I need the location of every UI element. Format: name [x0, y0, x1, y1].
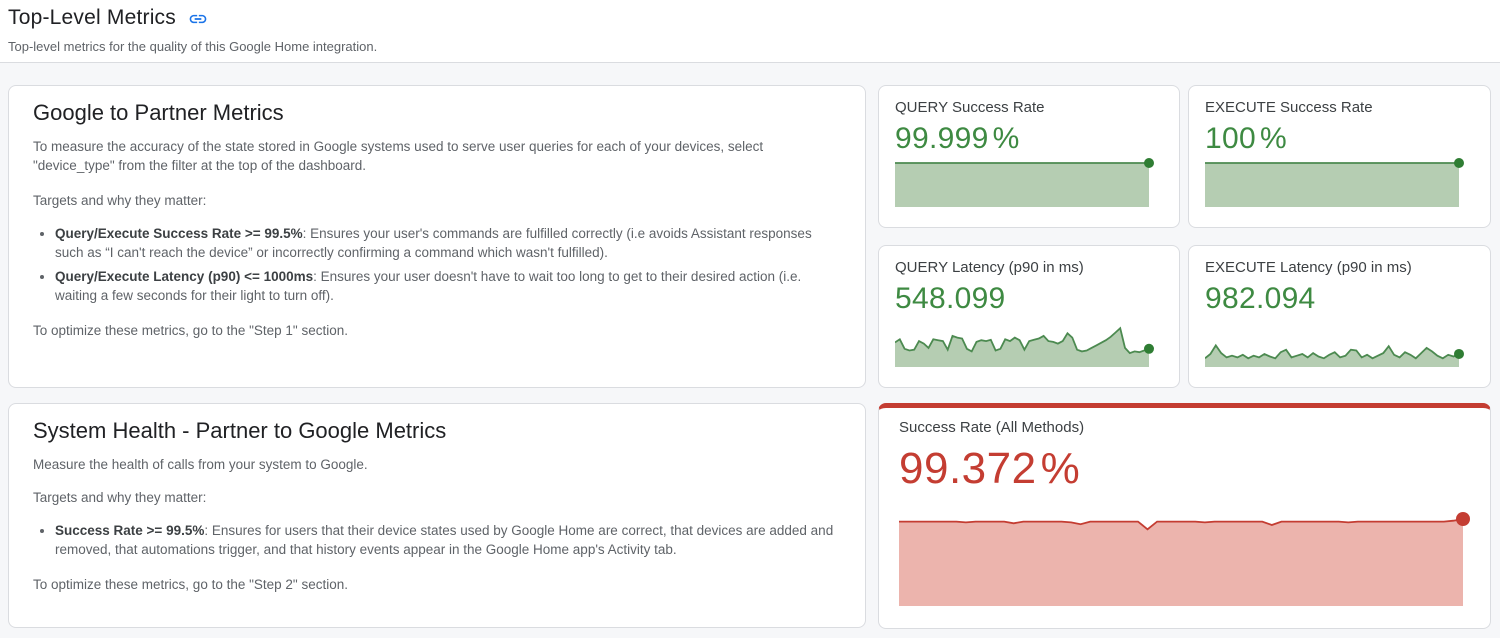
metric-label: EXECUTE Latency (p90 in ms)	[1205, 259, 1474, 276]
metric-label: QUERY Success Rate	[895, 99, 1163, 116]
list-item: Query/Execute Success Rate >= 99.5%: Ens…	[55, 224, 841, 262]
metric-value: 100%	[1205, 122, 1474, 156]
execute-success-sparkline[interactable]	[1205, 157, 1465, 207]
query-success-rate-card[interactable]: QUERY Success Rate 99.999%	[878, 85, 1180, 228]
execute-latency-card[interactable]: EXECUTE Latency (p90 in ms) 982.094	[1188, 245, 1491, 388]
query-latency-card[interactable]: QUERY Latency (p90 in ms) 548.099	[878, 245, 1180, 388]
metric-value: 982.094	[1205, 282, 1474, 316]
metric-value: 548.099	[895, 282, 1163, 316]
targets-list: Success Rate >= 99.5%: Ensures for users…	[33, 521, 841, 559]
card-intro: Measure the health of calls from your sy…	[33, 455, 841, 474]
metric-label: EXECUTE Success Rate	[1205, 99, 1474, 116]
page-title: Top-Level Metrics	[8, 6, 176, 30]
execute-latency-sparkline[interactable]	[1205, 317, 1465, 367]
card-title: Google to Partner Metrics	[33, 100, 841, 126]
page-subtitle: Top-level metrics for the quality of thi…	[8, 39, 377, 54]
card-footer: To optimize these metrics, go to the "St…	[33, 321, 841, 340]
success-rate-all-methods-card[interactable]: Success Rate (All Methods) 99.372%	[878, 403, 1491, 629]
metric-value: 99.372%	[899, 444, 1470, 494]
header-divider	[0, 62, 1500, 63]
targets-list: Query/Execute Success Rate >= 99.5%: Ens…	[33, 224, 841, 305]
section-link-icon[interactable]	[188, 9, 208, 29]
metric-label: Success Rate (All Methods)	[899, 419, 1470, 436]
google-to-partner-card: Google to Partner Metrics To measure the…	[8, 85, 866, 388]
execute-success-rate-card[interactable]: EXECUTE Success Rate 100%	[1188, 85, 1491, 228]
list-item: Success Rate >= 99.5%: Ensures for users…	[55, 521, 841, 559]
list-item: Query/Execute Latency (p90) <= 1000ms: E…	[55, 267, 841, 305]
all-methods-success-sparkline[interactable]	[899, 511, 1471, 606]
card-footer: To optimize these metrics, go to the "St…	[33, 575, 841, 594]
targets-label: Targets and why they matter:	[33, 488, 841, 507]
page-header: Top-Level Metrics Top-level metrics for …	[8, 6, 377, 54]
query-latency-sparkline[interactable]	[895, 317, 1155, 367]
targets-label: Targets and why they matter:	[33, 191, 841, 210]
metric-value: 99.999%	[895, 122, 1163, 156]
metric-label: QUERY Latency (p90 in ms)	[895, 259, 1163, 276]
system-health-card: System Health - Partner to Google Metric…	[8, 403, 866, 628]
card-intro: To measure the accuracy of the state sto…	[33, 137, 841, 175]
query-success-sparkline[interactable]	[895, 157, 1155, 207]
card-title: System Health - Partner to Google Metric…	[33, 418, 841, 444]
